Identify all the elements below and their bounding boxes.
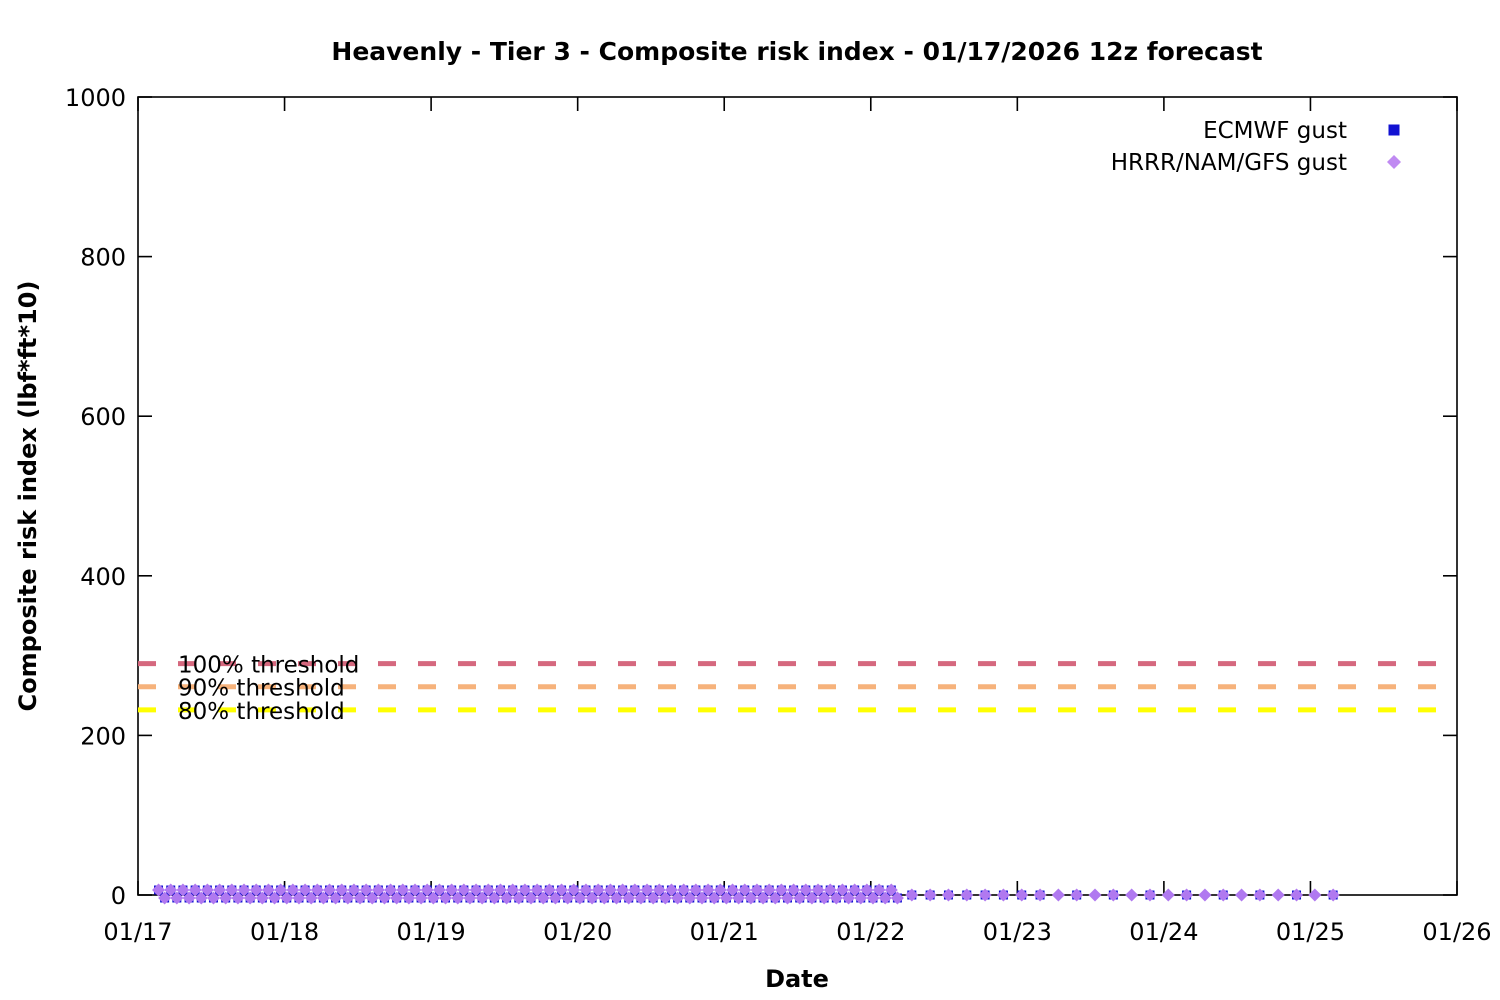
- data-point-hrrr: [1253, 889, 1266, 902]
- y-tick-label: 400: [80, 563, 126, 591]
- data-point-hrrr: [997, 889, 1010, 902]
- data-point-hrrr: [942, 889, 955, 902]
- chart-page: 100% threshold90% threshold80% threshold…: [0, 0, 1500, 1000]
- legend-label: HRRR/NAM/GFS gust: [1111, 150, 1347, 176]
- x-tick-label: 01/22: [836, 918, 905, 946]
- threshold-labels: 100% threshold90% threshold80% threshold: [178, 653, 359, 725]
- x-tick-label: 01/26: [1422, 918, 1491, 946]
- y-tick-label: 1000: [65, 84, 126, 112]
- x-tick-label: 01/19: [397, 918, 466, 946]
- data-point-hrrr: [1180, 889, 1193, 902]
- data-point-hrrr: [1070, 889, 1083, 902]
- x-tick-label: 01/24: [1129, 918, 1198, 946]
- x-tick-label: 01/17: [103, 918, 172, 946]
- data-point-hrrr: [1272, 889, 1285, 902]
- data-point-hrrr: [1107, 889, 1120, 902]
- y-tick-label: 600: [80, 403, 126, 431]
- threshold-label: 80% threshold: [178, 699, 345, 725]
- data-point-hrrr: [960, 889, 973, 902]
- plot-border: [138, 97, 1457, 895]
- legend: ECMWF gust HRRR/NAM/GFS gust: [1111, 118, 1401, 176]
- x-tick-label: 01/23: [983, 918, 1052, 946]
- y-axis-label: Composite risk index (lbf*ft*10): [14, 281, 42, 712]
- composite-risk-chart: 100% threshold90% threshold80% threshold…: [0, 0, 1500, 1000]
- data-point-hrrr: [1089, 889, 1102, 902]
- data-point-hrrr: [905, 889, 918, 902]
- x-tick-label: 01/25: [1276, 918, 1345, 946]
- chart-title: Heavenly - Tier 3 - Composite risk index…: [331, 37, 1262, 66]
- legend-diamond-marker-icon: [1387, 155, 1401, 169]
- data-point-hrrr: [1143, 889, 1156, 902]
- x-axis-label: Date: [765, 965, 829, 993]
- threshold-label: 90% threshold: [178, 676, 345, 702]
- legend-square-marker-icon: [1389, 125, 1400, 136]
- data-point-hrrr: [1198, 889, 1211, 902]
- tick-labels: 01/17 01/18 01/19 01/20 01/21 01/22 01/23 01/24…: [65, 84, 1492, 946]
- data-point-hrrr: [1052, 889, 1065, 902]
- data-point-hrrr: [1034, 889, 1047, 902]
- axis-ticks: [138, 97, 1457, 895]
- threshold-label: 100% threshold: [178, 653, 359, 679]
- data-point-hrrr: [1235, 889, 1248, 902]
- y-tick-label: 800: [80, 244, 126, 272]
- legend-label: ECMWF gust: [1203, 118, 1347, 144]
- plot-frame: [138, 97, 1457, 895]
- data-point-hrrr: [979, 889, 992, 902]
- x-tick-label: 01/18: [250, 918, 319, 946]
- series-hrrr-nam-gfs-gust: [152, 884, 1340, 905]
- y-tick-label: 0: [111, 882, 126, 910]
- data-point-hrrr: [1290, 889, 1303, 902]
- data-point-hrrr: [1217, 889, 1230, 902]
- data-point-hrrr: [1327, 889, 1340, 902]
- y-tick-label: 200: [80, 722, 126, 750]
- data-point-hrrr: [924, 889, 937, 902]
- data-point-hrrr: [1125, 889, 1138, 902]
- x-tick-label: 01/21: [690, 918, 759, 946]
- x-tick-label: 01/20: [543, 918, 612, 946]
